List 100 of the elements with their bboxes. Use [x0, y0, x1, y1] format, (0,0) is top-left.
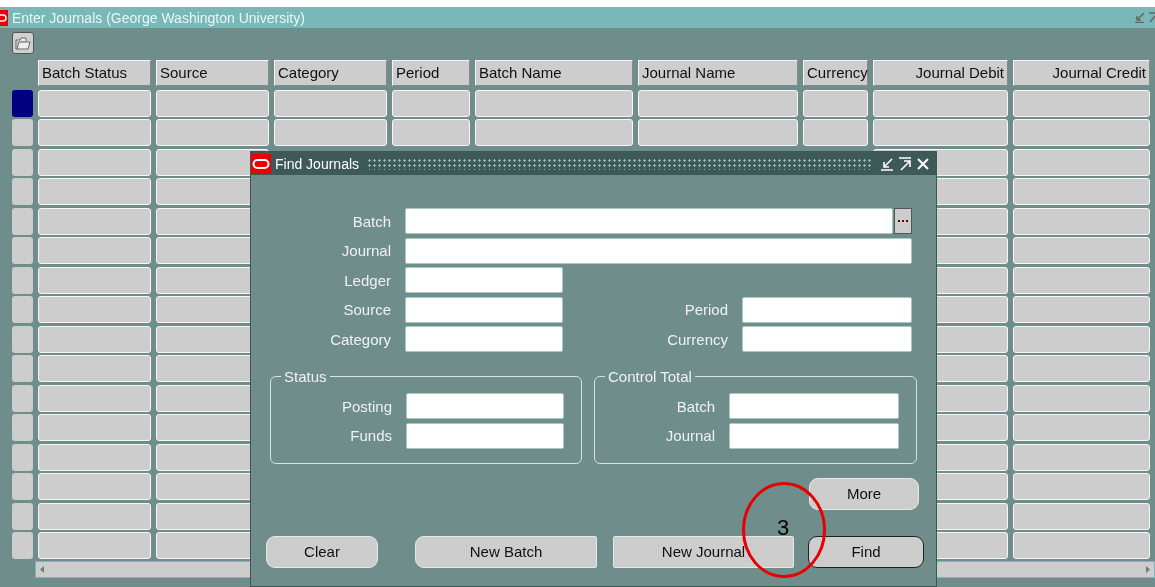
column-header: Journal Debit — [873, 60, 1008, 86]
table-cell[interactable] — [1013, 119, 1150, 146]
input-field[interactable] — [405, 326, 563, 352]
table-cell[interactable] — [638, 89, 798, 117]
dialog-button[interactable]: New Batch — [415, 535, 597, 568]
table-cell[interactable] — [1013, 355, 1150, 382]
table-cell[interactable] — [1013, 148, 1150, 176]
input-field[interactable] — [742, 326, 912, 352]
table-cell[interactable] — [475, 89, 633, 117]
table-cell[interactable] — [1013, 443, 1150, 471]
dialog-button[interactable]: Clear — [266, 535, 378, 568]
table-cell[interactable] — [392, 89, 470, 117]
table-cell[interactable] — [38, 473, 151, 500]
input-field[interactable] — [729, 422, 899, 449]
column-header: Journal Credit — [1013, 60, 1150, 86]
field-label: Currency — [666, 330, 728, 348]
table-cell[interactable] — [274, 119, 387, 146]
column-header: Category — [274, 60, 387, 86]
dialog-title: Find Journals — [275, 155, 360, 172]
logo-icon — [251, 153, 271, 174]
table-cell[interactable] — [38, 296, 151, 323]
input-field[interactable] — [405, 208, 893, 234]
field-label: Funds — [349, 427, 392, 444]
table-cell[interactable] — [38, 325, 151, 353]
table-cell[interactable] — [1013, 178, 1150, 205]
table-cell[interactable] — [392, 119, 470, 146]
table-cell[interactable] — [1013, 89, 1150, 117]
table-cell[interactable] — [1013, 414, 1150, 441]
table-cell[interactable] — [803, 89, 868, 117]
table-cell[interactable] — [38, 384, 151, 412]
field-label: Posting — [340, 397, 392, 415]
field-label: Period — [683, 301, 728, 318]
record-indicator[interactable] — [12, 325, 33, 353]
field-label: Journal — [664, 427, 715, 444]
ellipsis-icon — [898, 219, 908, 223]
table-cell[interactable] — [274, 89, 387, 117]
record-indicator[interactable] — [12, 266, 33, 294]
column-header: Batch Name — [475, 60, 633, 86]
dialog-button[interactable]: Find — [808, 535, 924, 568]
close-icon[interactable] — [916, 156, 930, 171]
record-indicator[interactable] — [12, 502, 33, 530]
group-title: Status — [283, 368, 328, 385]
record-indicator[interactable] — [12, 443, 33, 471]
table-cell[interactable] — [38, 414, 151, 441]
input-field[interactable] — [406, 393, 564, 419]
column-header: Period — [392, 60, 470, 86]
table-cell[interactable] — [803, 119, 868, 146]
table-cell[interactable] — [1013, 384, 1150, 412]
input-field[interactable] — [405, 237, 912, 264]
column-header: Source — [156, 60, 269, 86]
table-cell[interactable] — [1013, 237, 1150, 264]
window-title: Enter Journals (George Washington University) — [12, 9, 305, 26]
table-cell[interactable] — [1013, 532, 1150, 559]
table-cell[interactable] — [38, 502, 151, 530]
column-header: Currency — [803, 60, 868, 86]
more-button[interactable]: More — [809, 477, 919, 510]
field-label: Source — [342, 301, 391, 318]
record-indicator[interactable] — [12, 384, 33, 412]
record-indicator[interactable] — [12, 207, 33, 235]
dialog-button[interactable]: New Journal — [613, 535, 794, 568]
table-cell[interactable] — [156, 89, 269, 117]
input-field[interactable] — [406, 422, 564, 449]
record-indicator[interactable] — [12, 89, 33, 117]
table-cell[interactable] — [638, 119, 798, 146]
logo-icon — [0, 9, 8, 26]
table-cell[interactable] — [38, 266, 151, 294]
column-header: Batch Status — [38, 60, 151, 86]
table-cell[interactable] — [873, 119, 1008, 146]
table-cell[interactable] — [873, 89, 1008, 117]
table-cell[interactable] — [1013, 502, 1150, 530]
input-field[interactable] — [405, 296, 563, 323]
column-header: Journal Name — [638, 60, 798, 86]
field-label: Ledger — [343, 271, 391, 289]
table-cell[interactable] — [38, 443, 151, 471]
record-indicator[interactable] — [12, 148, 33, 176]
field-label: Batch — [675, 397, 715, 415]
input-field[interactable] — [405, 267, 563, 293]
table-cell[interactable] — [156, 119, 269, 146]
field-label: Category — [329, 330, 391, 348]
table-cell[interactable] — [1013, 266, 1150, 294]
table-cell[interactable] — [38, 355, 151, 382]
input-field[interactable] — [742, 296, 912, 323]
field-label: Batch — [351, 212, 391, 230]
table-cell[interactable] — [38, 532, 151, 559]
field-label: Journal — [340, 242, 391, 259]
table-cell[interactable] — [1013, 207, 1150, 235]
table-cell[interactable] — [38, 89, 151, 117]
table-cell[interactable] — [38, 178, 151, 205]
input-field[interactable] — [729, 393, 899, 419]
table-cell[interactable] — [1013, 473, 1150, 500]
open-folder-button[interactable] — [12, 32, 34, 54]
group-title: Control Total — [607, 368, 693, 385]
table-cell[interactable] — [1013, 296, 1150, 323]
table-cell[interactable] — [475, 119, 633, 146]
table-cell[interactable] — [1013, 325, 1150, 353]
table-cell[interactable] — [38, 237, 151, 264]
table-cell[interactable] — [38, 148, 151, 176]
table-cell[interactable] — [38, 207, 151, 235]
list-of-values-button[interactable] — [894, 208, 912, 234]
table-cell[interactable] — [38, 119, 151, 146]
